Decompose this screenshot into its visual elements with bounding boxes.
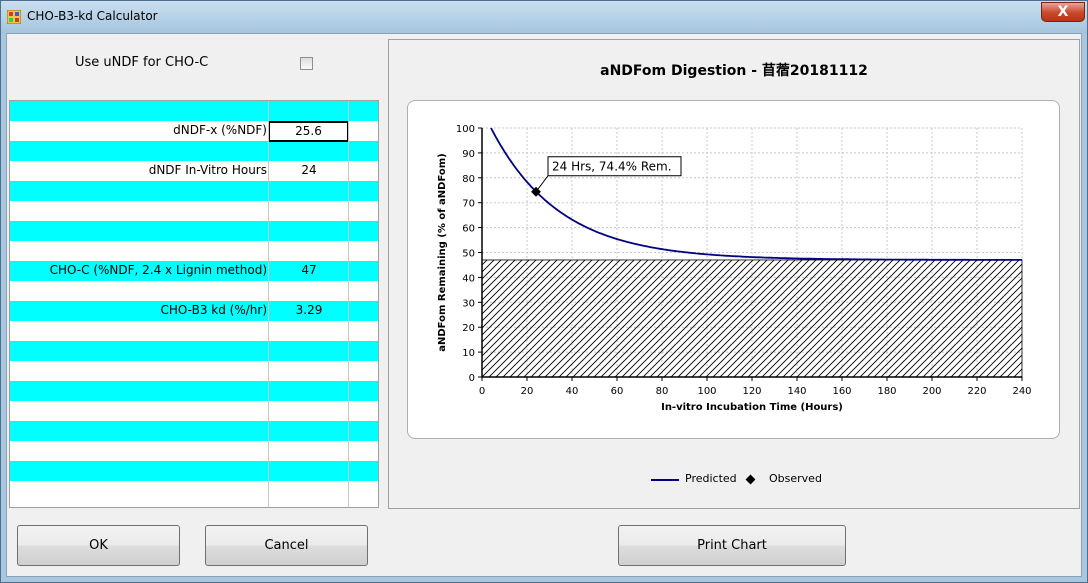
grid-row-label: CHO-C (%NDF, 2.4 x Lignin method) <box>49 263 267 277</box>
window-title: CHO-B3-kd Calculator <box>27 9 158 23</box>
legend-observed-label: Observed <box>769 472 822 485</box>
grid-row <box>10 201 378 221</box>
grid-row: dNDF-x (%NDF) 25.6 <box>10 121 378 142</box>
grid-row-value[interactable]: 47 <box>269 263 349 277</box>
grid-row-value[interactable]: 3.29 <box>269 303 349 317</box>
grid-row-label: dNDF-x (%NDF) <box>173 123 267 137</box>
cancel-button[interactable]: Cancel <box>205 525 368 566</box>
grid-row-label: CHO-B3 kd (%/hr) <box>160 303 268 317</box>
annotation-text: 24 Hrs, 74.4% Rem. <box>552 160 672 174</box>
x-tick-label: 40 <box>566 386 579 397</box>
x-tick-label: 120 <box>742 386 761 397</box>
grid-row <box>10 401 378 421</box>
grid-row <box>10 241 378 261</box>
y-tick-label: 100 <box>456 124 475 135</box>
y-tick-label: 50 <box>462 249 475 260</box>
digestion-chart: 0 20 40 60 80 100 120 140 160 180 200 220 240 0 10 20 30… <box>437 124 1032 413</box>
x-tick-label: 180 <box>877 386 896 397</box>
y-tick-label: 20 <box>462 323 475 334</box>
predicted-curve <box>490 127 1022 261</box>
undf-label: Use uNDF for CHO-C <box>75 55 209 70</box>
y-axis-label: aNDFom Remaining (% of aNDFom) <box>437 153 448 351</box>
legend-predicted-label: Predicted <box>685 472 737 485</box>
grid-row: CHO-B3 kd (%/hr) 3.29 <box>10 301 378 321</box>
chart-panel: aNDFom Digestion - 苜蓿20181112 0 20 40 60 80 1… <box>388 39 1080 509</box>
close-icon: X <box>1057 4 1069 20</box>
client-area: Use uNDF for CHO-C CHO-B3 kd (%/hr) 3.29 C… <box>6 33 1082 577</box>
x-axis-label: In-vitro Incubation Time (Hours) <box>661 402 843 413</box>
print-chart-button[interactable]: Print Chart <box>618 525 846 566</box>
grid-column-divider <box>348 101 349 507</box>
grid-row <box>10 281 378 301</box>
grid-column-divider <box>268 101 269 507</box>
undigestible-area <box>481 259 1023 378</box>
calculator-window: CHO-B3-kd Calculator X Use uNDF for CHO-… <box>0 0 1088 583</box>
x-tick-label: 220 <box>967 386 986 397</box>
grid-row <box>10 221 378 241</box>
grid-cell-editor[interactable]: 25.6 <box>268 121 349 142</box>
grid-row <box>10 181 378 201</box>
grid-row <box>10 101 378 121</box>
chart-legend: Predicted Observed <box>389 472 1079 488</box>
x-tick-label: 0 <box>479 386 485 397</box>
plot-frame: 0 20 40 60 80 100 120 140 160 180 200 220 240 0 10 20 30… <box>407 100 1060 439</box>
grid-row: dNDF In-Vitro Hours 24 <box>10 161 378 181</box>
undf-checkbox[interactable] <box>300 57 313 70</box>
y-tick-label: 10 <box>462 348 475 359</box>
title-bar: CHO-B3-kd Calculator X <box>1 1 1087 33</box>
grid-row <box>10 361 378 381</box>
x-tick-label: 20 <box>521 386 534 397</box>
x-tick-label: 240 <box>1012 386 1031 397</box>
y-tick-label: 0 <box>469 373 475 384</box>
chart-title: aNDFom Digestion - 苜蓿20181112 <box>600 63 868 79</box>
legend-predicted-swatch <box>651 479 679 481</box>
y-tick-label: 30 <box>462 298 475 309</box>
y-tick-label: 70 <box>462 199 475 210</box>
x-tick-label: 160 <box>832 386 851 397</box>
grid-row <box>10 341 378 361</box>
x-tick-label: 100 <box>697 386 716 397</box>
grid-row <box>10 481 378 501</box>
app-icon <box>7 10 21 24</box>
grid-row-label: dNDF In-Vitro Hours <box>148 163 267 177</box>
close-button[interactable]: X <box>1041 2 1085 22</box>
input-grid: CHO-B3 kd (%/hr) 3.29 CHO-C (%NDF, 2.4 x L… <box>9 100 379 508</box>
grid-row <box>10 321 378 341</box>
grid-row-value[interactable]: 24 <box>269 163 349 177</box>
x-tick-label: 140 <box>787 386 806 397</box>
y-tick-label: 40 <box>462 273 475 284</box>
y-tick-label: 60 <box>462 224 475 235</box>
grid-row <box>10 381 378 401</box>
ok-button[interactable]: OK <box>17 525 180 566</box>
x-tick-label: 200 <box>922 386 941 397</box>
x-tick-label: 80 <box>656 386 669 397</box>
legend-observed-diamond-icon <box>745 474 756 485</box>
grid-row: CHO-C (%NDF, 2.4 x Lignin method) 47 <box>10 261 378 281</box>
grid-row <box>10 461 378 481</box>
grid-row <box>10 421 378 441</box>
y-tick-label: 80 <box>462 174 475 185</box>
grid-row <box>10 141 378 161</box>
grid-row <box>10 441 378 461</box>
y-tick-label: 90 <box>462 149 475 160</box>
x-tick-label: 60 <box>611 386 624 397</box>
